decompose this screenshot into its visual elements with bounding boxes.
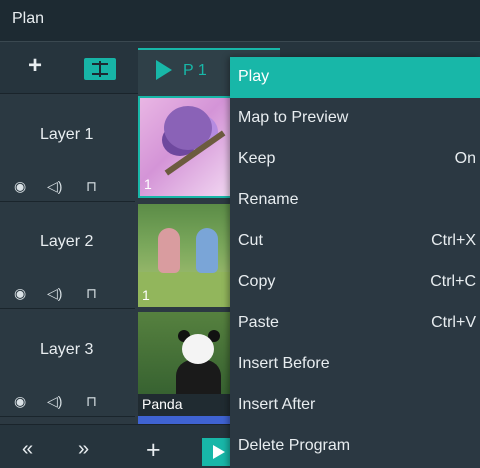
thumbnail-label: 1 <box>142 287 150 303</box>
menu-item-label: Copy <box>238 273 276 290</box>
menu-item-shortcut: Ctrl+V <box>431 314 476 331</box>
thumbnail-label: Panda <box>142 396 183 412</box>
menu-item-cut[interactable]: Cut Ctrl+X <box>230 221 480 262</box>
speaker-icon[interactable]: ◁) <box>47 178 62 195</box>
layer-name: Layer 1 <box>40 126 94 143</box>
eye-icon[interactable]: ◉ <box>14 285 26 302</box>
next-page-button[interactable]: » <box>78 438 89 461</box>
layer-name: Layer 2 <box>40 233 94 250</box>
add-layer-button[interactable]: + <box>28 54 42 78</box>
add-program-button[interactable]: + <box>146 436 161 465</box>
menu-item-paste[interactable]: Paste Ctrl+V <box>230 303 480 344</box>
split-icon[interactable] <box>84 58 116 80</box>
menu-item-delete-program[interactable]: Delete Program <box>230 426 480 467</box>
menu-item-label: Paste <box>238 314 279 331</box>
menu-item-label: Delete Program <box>238 437 351 454</box>
layer-controls: ◉ ◁) ⊓ <box>14 285 124 301</box>
thumbnail-label: 1 <box>144 176 152 192</box>
menu-item-insert-before[interactable]: Insert Before <box>230 344 480 385</box>
menu-item-shortcut: On <box>454 150 476 167</box>
menu-item-label: Rename <box>238 191 299 208</box>
media-thumbnail[interactable]: Panda <box>138 312 233 416</box>
menu-item-label: Cut <box>238 232 263 249</box>
eye-icon[interactable]: ◉ <box>14 393 26 410</box>
previous-page-button[interactable]: « <box>22 438 33 461</box>
menu-item-label: Insert Before <box>238 355 330 372</box>
play-icon <box>156 60 172 80</box>
menu-item-copy[interactable]: Copy Ctrl+C <box>230 262 480 303</box>
lock-icon[interactable]: ⊓ <box>86 178 97 195</box>
menu-item-shortcut: Ctrl+X <box>431 232 476 249</box>
layer-controls: ◉ ◁) ⊓ <box>14 178 124 194</box>
menu-item-keep[interactable]: Keep On <box>230 139 480 180</box>
speaker-icon[interactable]: ◁) <box>47 285 62 302</box>
speaker-icon[interactable]: ◁) <box>47 393 62 410</box>
menu-item-label: Map to Preview <box>238 109 349 126</box>
menu-item-insert-after[interactable]: Insert After <box>230 385 480 426</box>
program-tab-label: P 1 <box>183 62 207 79</box>
context-menu: Play Map to Preview Keep On Rename Cut C… <box>230 57 480 468</box>
menu-item-map-to-preview[interactable]: Map to Preview <box>230 98 480 139</box>
menu-item-label: Keep <box>238 150 276 167</box>
title-bar: Plan <box>0 0 480 42</box>
layer-3[interactable]: Layer 3 ◉ ◁) ⊓ <box>0 311 135 417</box>
window-title: Plan <box>12 10 45 27</box>
layer-2[interactable]: Layer 2 ◉ ◁) ⊓ <box>0 203 135 309</box>
menu-item-rename[interactable]: Rename <box>230 180 480 221</box>
layer-1[interactable]: Layer 1 ◉ ◁) ⊓ <box>0 96 135 202</box>
media-thumbnail[interactable]: 1 <box>138 204 233 307</box>
menu-item-label: Play <box>238 68 270 85</box>
selection-strip <box>138 416 233 424</box>
menu-item-label: Insert After <box>238 396 316 413</box>
lock-icon[interactable]: ⊓ <box>86 285 97 302</box>
media-thumbnail[interactable]: 1 <box>138 96 233 198</box>
lock-icon[interactable]: ⊓ <box>86 393 97 410</box>
menu-item-play[interactable]: Play <box>230 57 480 98</box>
menu-item-shortcut: Ctrl+C <box>430 273 476 290</box>
layer-controls: ◉ ◁) ⊓ <box>14 393 124 409</box>
eye-icon[interactable]: ◉ <box>14 178 26 195</box>
layer-name: Layer 3 <box>40 341 94 358</box>
